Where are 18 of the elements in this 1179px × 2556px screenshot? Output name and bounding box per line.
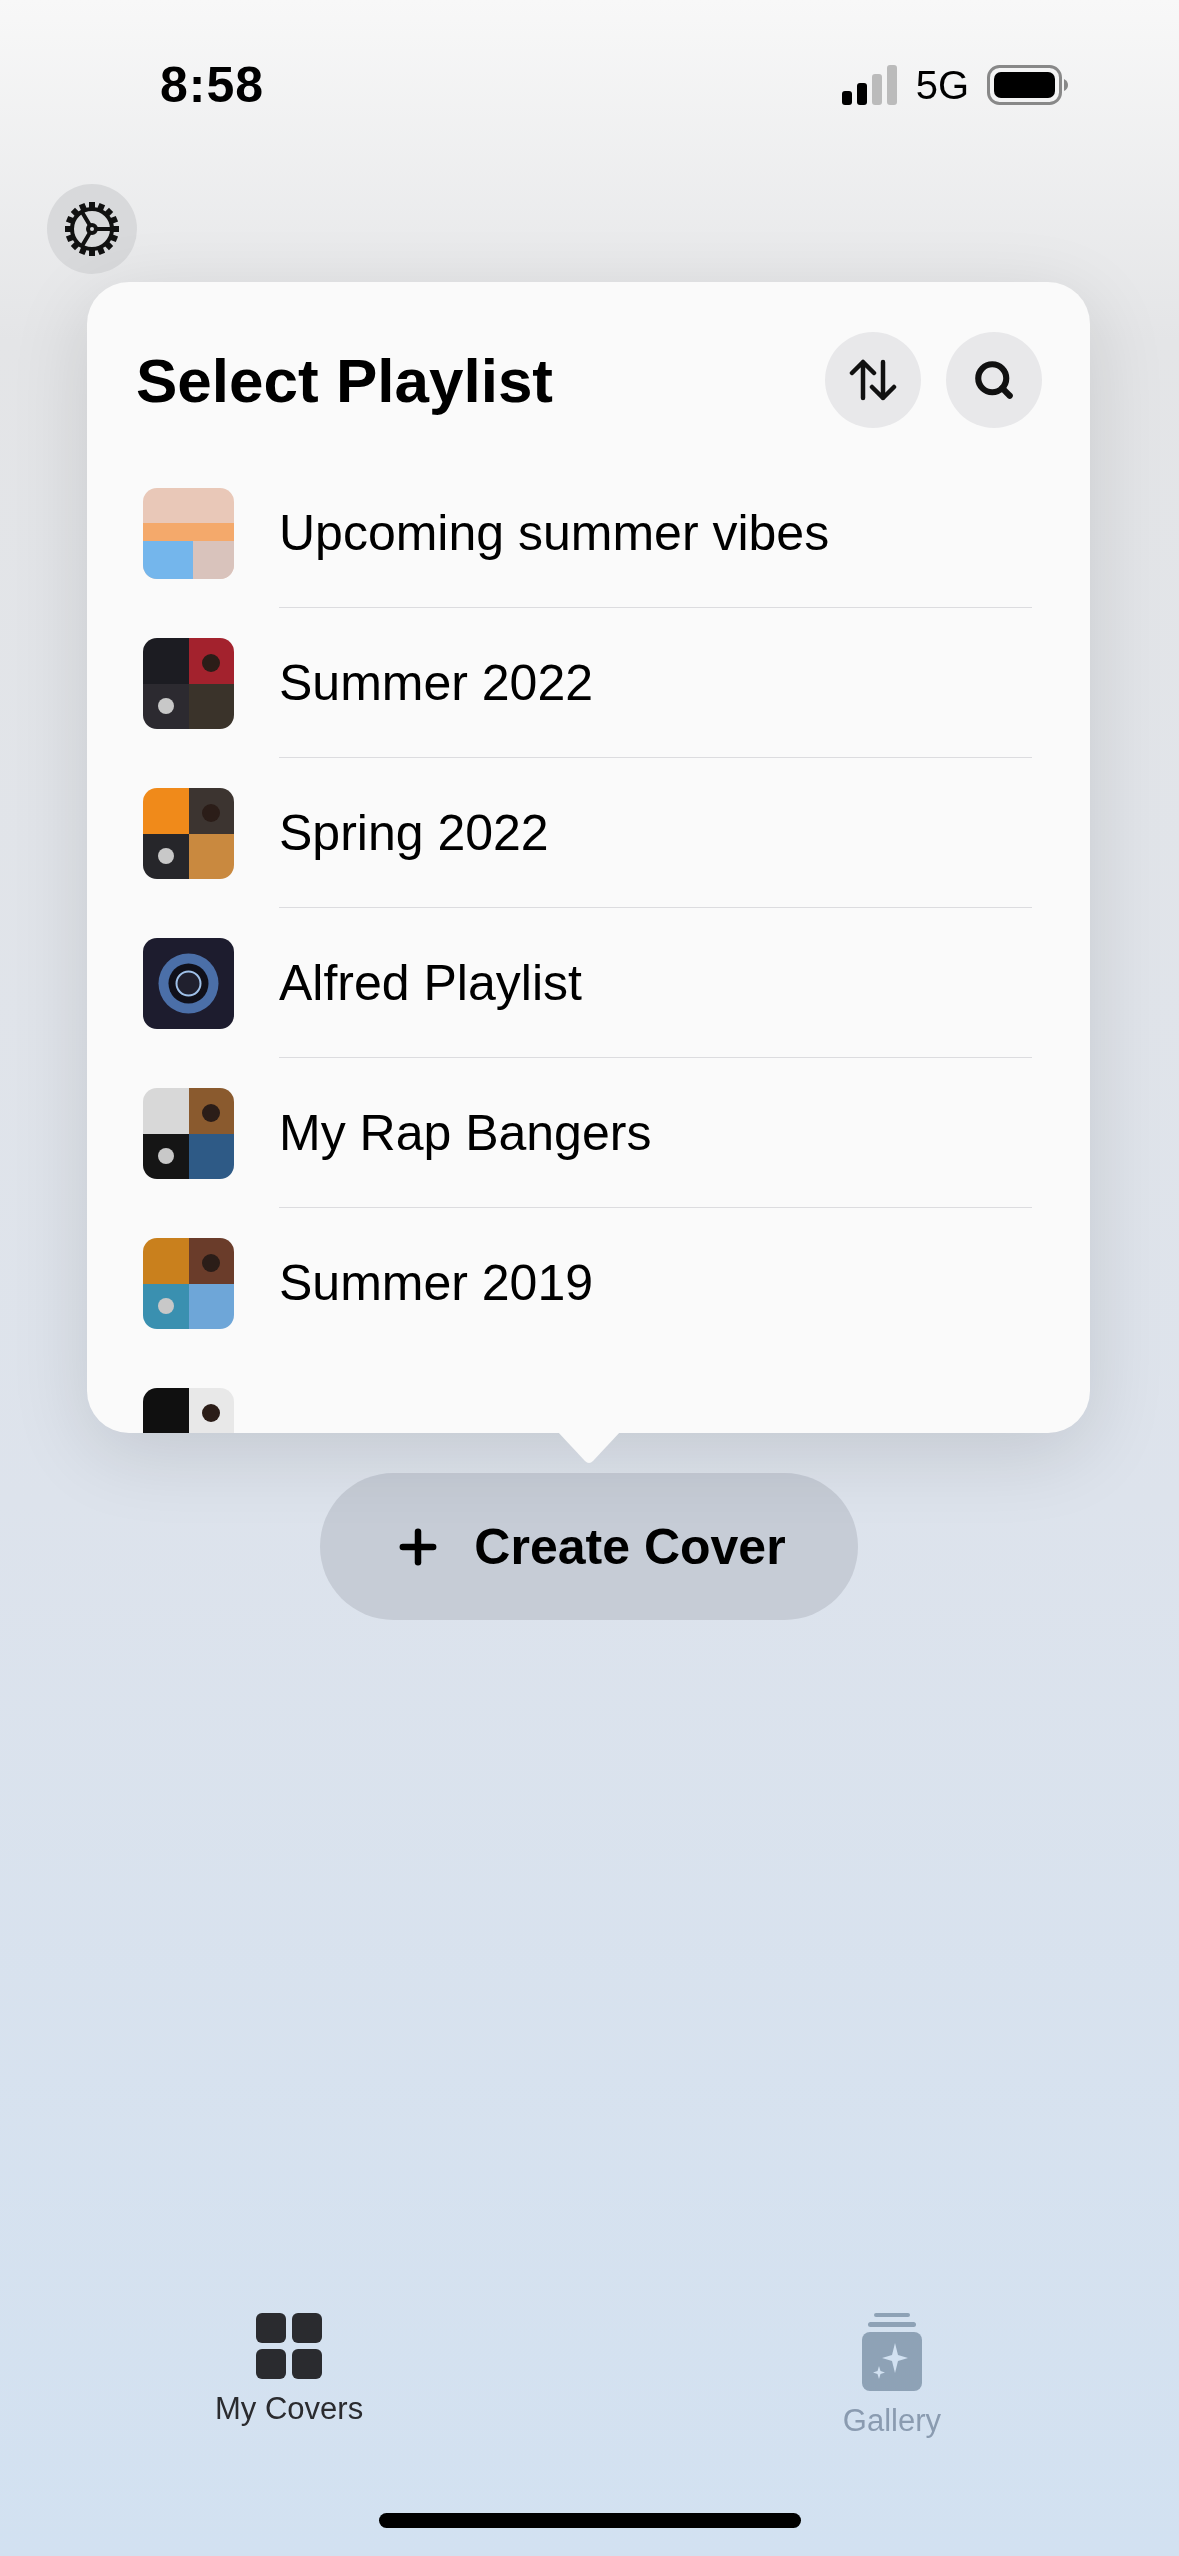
tab-bar-item[interactable]: My Covers bbox=[215, 2313, 364, 2463]
popover-title: Select Playlist bbox=[136, 344, 554, 416]
playlist-item[interactable]: My Rap Bangers bbox=[279, 1058, 1032, 1208]
create-cover-button[interactable]: Create Cover bbox=[320, 1473, 858, 1620]
signal-icon bbox=[841, 65, 898, 105]
playlist-item[interactable]: Alfred Playlist bbox=[279, 908, 1032, 1058]
status-time: 8:58 bbox=[160, 56, 265, 114]
playlist-item[interactable]: Upcoming summer vibes bbox=[279, 458, 1032, 608]
settings-icon bbox=[62, 199, 122, 259]
sort-icon bbox=[849, 358, 897, 402]
grid-icon bbox=[256, 2313, 323, 2379]
network-label: 5G bbox=[915, 62, 969, 108]
search-icon bbox=[973, 359, 1015, 401]
sparkle-stack-icon bbox=[861, 2313, 922, 2391]
playlist-item[interactable]: Summer 2019 bbox=[279, 1208, 1032, 1358]
playlist-item[interactable]: Spring 2022 bbox=[279, 758, 1032, 908]
battery-icon bbox=[987, 65, 1069, 105]
playlist-item[interactable]: Summer 2022 bbox=[279, 608, 1032, 758]
